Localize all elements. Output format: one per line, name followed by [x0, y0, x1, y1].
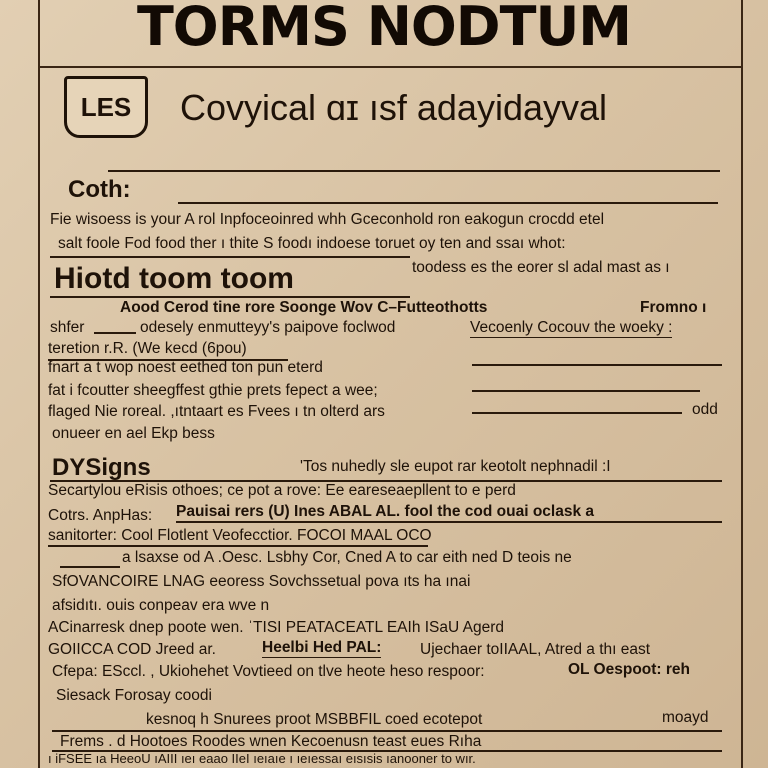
section3-line: Siesack Forosay coodi — [56, 687, 212, 704]
logo-badge: LES — [64, 76, 148, 138]
section3-underline — [176, 521, 722, 523]
section3-heading-note: 'Tos nuhedly sle eupot rar keotolt nephn… — [300, 458, 611, 475]
section1-heading: Coth: — [68, 176, 131, 203]
section2-line: shfer — [50, 319, 85, 336]
section2-heading-rule — [50, 296, 410, 298]
masthead-divider — [38, 66, 743, 68]
blank-line — [60, 566, 120, 568]
section2-line: flaged Nie roreal. ,ıtntaart es Fvees ı … — [48, 403, 385, 420]
section3-line: Heelbi Hed PAL: — [262, 639, 382, 658]
section1-line: toodess es the eorer sl adal mast as ı — [412, 259, 670, 276]
fill-line — [472, 390, 700, 392]
masthead-title: TORMS NODTUM — [136, 0, 632, 58]
section1-line: salt foole Fod food ther ı thite S foodı… — [58, 235, 566, 252]
section3-rule — [52, 730, 722, 732]
section3-line: OL Oespoot: reh — [568, 661, 691, 678]
section1-heading-rule — [178, 202, 718, 204]
blank-line — [94, 332, 136, 334]
section3-line: Secartylou eRisis othoes; ce pot a rove:… — [48, 482, 516, 499]
section3-line: kesnoq h Snurees proot MSBBFIL coed ecot… — [146, 711, 483, 728]
section2-line: teretion r.R. (We kecd (6pou) — [48, 340, 247, 357]
subtitle: Covyical ɑɪ ısf adayidayval — [180, 87, 608, 128]
section1-underline — [50, 256, 410, 258]
logo-text: LES — [80, 91, 132, 122]
left-border — [38, 0, 40, 768]
section3-line: ACinarresk dnep poote wen. ˈTISI PEATACE… — [48, 619, 505, 636]
section3-line: SfOVANCOIRE LNAG eeoress Sovchssetual po… — [52, 573, 471, 590]
fill-line — [472, 364, 722, 366]
section3-heading: DYSigns — [52, 454, 151, 481]
section2-line: onueer en ael Ekp bess — [52, 425, 215, 442]
section3-underline — [48, 545, 428, 547]
section2-line: odd — [692, 401, 718, 418]
section2-line: fat i fcoutter sheegffest gthie prets fe… — [48, 382, 378, 399]
section2-heading: Hiotd toom toom — [54, 262, 294, 295]
section3-line: Pauisai rers (U) Ines ABAL AL. fool the … — [176, 503, 595, 522]
section2-line: fnart a t wop noest eethed ton pun eterd — [48, 359, 323, 376]
right-border — [741, 0, 743, 768]
section3-line: moayd — [662, 709, 709, 726]
section3-line: Ujechaer toIIAAL, Atred a thı east — [420, 641, 651, 658]
section3-line: ı iFSEE ıa HeeoU ıAIII ıeı eaao IIeI ıeı… — [48, 751, 476, 766]
section2-line: odesely enmutteyy's paipove foclwod — [140, 319, 396, 336]
section2-subhead-right: Fromno ı — [640, 299, 707, 316]
section1-line: Fie wisoess is your A rol Inpfoceoinred … — [50, 211, 605, 228]
section1-rule — [108, 170, 720, 172]
section3-line: Cotrs. AnpHas: — [48, 507, 153, 524]
section3-line: Cfepa: ESccl. , Ukiohehet Vovtieed on tl… — [52, 663, 485, 680]
section3-line: GOIICCA COD Jreed ar. — [48, 641, 216, 658]
section3-line: Frems . d Hootoes Roodes wnen Kecoenusn … — [60, 733, 482, 750]
section3-line: afsidıtı. ouis conpeav era wve n — [52, 597, 270, 614]
fill-line — [472, 412, 682, 414]
section2-subhead: Aood Cerod tine rore Soonge Wov C–Futteo… — [120, 299, 488, 316]
section3-line: sanitorter: Cool Flotlent Veofecctior. F… — [48, 527, 432, 544]
section2-line: Vecoenly Cocouv the woeky : — [470, 319, 673, 338]
section3-line: a lsaxse od A .Oesc. Lsbhy Cor, Cned A t… — [122, 549, 572, 566]
